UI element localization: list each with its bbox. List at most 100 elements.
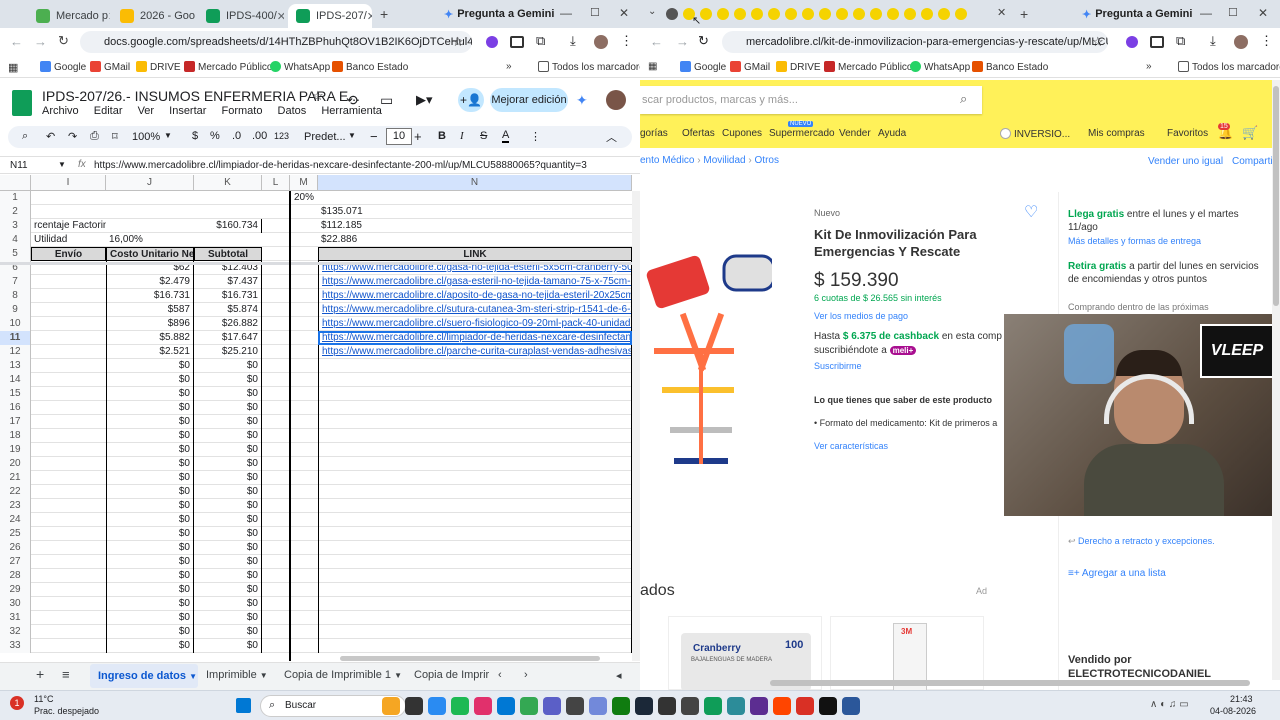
row-number[interactable]: 10 <box>0 317 31 331</box>
bookmark-drive[interactable]: DRIVE <box>136 61 181 73</box>
return-link[interactable]: ↩ Derecho a retracto y excepciones. <box>1068 536 1215 547</box>
print-icon[interactable]: ⎙ <box>90 130 99 143</box>
clock-date[interactable]: 04-08-2026 <box>1210 706 1256 716</box>
cell-j[interactable]: $2.521 <box>106 345 194 359</box>
increase-decimal-button[interactable]: .00 <box>252 130 267 142</box>
cell-n[interactable] <box>318 443 632 457</box>
cell-j[interactable]: $0 <box>106 597 194 611</box>
cell-n[interactable] <box>318 555 632 569</box>
cell-i[interactable]: Utilidad <box>31 233 106 247</box>
percent-button[interactable]: % <box>210 130 220 142</box>
pinned-tab-favicon-icon[interactable] <box>921 8 933 20</box>
row-number[interactable]: 32 <box>0 625 31 639</box>
cell-m[interactable] <box>291 205 318 219</box>
breadcrumb-item[interactable]: Otros <box>755 155 779 166</box>
weather-widget[interactable]: 1 11°C Prac. despejado <box>6 694 116 718</box>
cell-i[interactable]: rcentaje Factoring: <box>31 219 106 233</box>
cell-j[interactable] <box>106 219 194 233</box>
cell-k[interactable]: $0 <box>194 583 262 597</box>
cell-j[interactable] <box>106 191 194 205</box>
cell-j[interactable]: $0 <box>106 443 194 457</box>
address-bar[interactable]: docs.google.com/spreadsheets/d/14HThZBPh… <box>80 31 472 53</box>
taskbar-app-icon[interactable] <box>819 697 837 715</box>
collapse-icon[interactable]: ︿ <box>606 129 617 145</box>
cell-j[interactable]: $0 <box>106 541 194 555</box>
row-number[interactable]: 29 <box>0 583 31 597</box>
taskbar-app-icon[interactable] <box>428 697 446 715</box>
vertical-scrollbar[interactable] <box>1272 80 1280 680</box>
row-number[interactable]: 31 <box>0 611 31 625</box>
cell-i[interactable] <box>31 625 106 639</box>
menu-icon[interactable]: ⋮ <box>620 33 633 49</box>
cell-k[interactable]: $0 <box>194 555 262 569</box>
cell-m[interactable] <box>291 569 318 583</box>
row-number[interactable]: 22 <box>0 485 31 499</box>
cell-n[interactable] <box>318 457 632 471</box>
cell-i[interactable] <box>31 555 106 569</box>
bookmark-gmail[interactable]: GMail <box>90 61 130 73</box>
pinned-tab-favicon-icon[interactable] <box>955 8 967 20</box>
cell-j[interactable]: $0 <box>106 485 194 499</box>
close-icon[interactable]: ✕ <box>108 10 110 23</box>
cell-m[interactable] <box>291 527 318 541</box>
all-sheets-icon[interactable]: ≡ <box>62 667 70 682</box>
close-tab-icon[interactable]: ✕ <box>997 6 1006 19</box>
horizontal-scrollbar[interactable] <box>770 680 1250 686</box>
sell-same-link[interactable]: Vender uno igual <box>1148 156 1223 167</box>
bookmark-banco-estado[interactable]: Banco Estado <box>972 61 1048 73</box>
cell-k[interactable]: $17.647 <box>194 331 262 345</box>
pinned-tab-favicon-icon[interactable] <box>836 8 848 20</box>
system-tray-icons[interactable]: ∧ ◐ ♫ ▭ <box>1150 699 1189 710</box>
star-icon[interactable]: ☆ <box>312 88 324 104</box>
cell-n[interactable]: https://www.mercadolibre.cl/aposito-de-g… <box>318 289 632 303</box>
cell-n[interactable] <box>318 387 632 401</box>
cell-j[interactable]: $16.731 <box>106 289 194 303</box>
cell-j[interactable]: $0 <box>106 611 194 625</box>
cell-m[interactable] <box>291 471 318 485</box>
tab-mercadopublico[interactable]: Mercado p✕ <box>28 4 110 28</box>
more-options-icon[interactable]: ⋮ <box>530 130 541 143</box>
taskbar-app-icon[interactable] <box>566 697 584 715</box>
bookmarks-more[interactable]: » <box>506 61 512 72</box>
name-box[interactable]: N11 <box>10 160 28 171</box>
history-icon[interactable]: ⟲ <box>346 92 358 109</box>
cell-m[interactable] <box>291 611 318 625</box>
sheet-tab-imprimible[interactable]: Imprimible ▼ <box>206 669 268 681</box>
menu-editar[interactable]: Editar <box>94 105 123 117</box>
windows-start-icon[interactable] <box>236 698 251 713</box>
bookmark-mercado-publico[interactable]: Mercado Público <box>184 61 272 73</box>
cell-j[interactable]: $5.882 <box>106 331 194 345</box>
taskbar-app-icon[interactable] <box>773 697 791 715</box>
cell-i[interactable] <box>31 513 106 527</box>
taskbar-app-icon[interactable] <box>543 697 561 715</box>
menu-insertar[interactable]: Insertar <box>169 105 206 117</box>
extension-icon[interactable] <box>486 36 498 48</box>
cell-k[interactable]: $0 <box>194 513 262 527</box>
row-number[interactable]: 7 <box>0 275 31 289</box>
nav-account[interactable]: INVERSIO... <box>1000 128 1070 140</box>
cell-m[interactable] <box>291 541 318 555</box>
tab-ipds-207[interactable]: IPDS-207/✕ <box>288 4 372 28</box>
strikethrough-button[interactable]: S <box>480 130 487 142</box>
font-select[interactable]: Predet... <box>304 131 346 143</box>
cell-n[interactable]: LINK <box>318 247 632 261</box>
shipping-more-link[interactable]: Más detalles y formas de entrega <box>1068 236 1201 246</box>
cell-j[interactable] <box>106 205 194 219</box>
explore-icon[interactable]: ◂ <box>616 669 622 682</box>
font-size-input[interactable]: 10 <box>386 128 412 145</box>
row-number[interactable]: 2 <box>0 205 31 219</box>
cell-n[interactable] <box>318 597 632 611</box>
cell-j[interactable]: $0 <box>106 373 194 387</box>
row-number[interactable]: 28 <box>0 569 31 583</box>
bookmark-whatsapp[interactable]: WhatsApp <box>910 61 970 73</box>
apps-icon[interactable]: ▦ <box>8 61 18 74</box>
cell-n[interactable] <box>318 485 632 499</box>
cell-n[interactable]: https://www.mercadolibre.cl/limpiador-de… <box>318 331 632 345</box>
cell-j[interactable]: $0 <box>106 569 194 583</box>
pinned-tab-favicon-icon[interactable] <box>887 8 899 20</box>
cell-k[interactable]: $0 <box>194 569 262 583</box>
cell-n[interactable] <box>318 401 632 415</box>
back-icon[interactable]: ← <box>650 34 663 49</box>
cell-m[interactable] <box>291 289 318 303</box>
download-icon[interactable]: ⤓ <box>1210 33 1216 49</box>
